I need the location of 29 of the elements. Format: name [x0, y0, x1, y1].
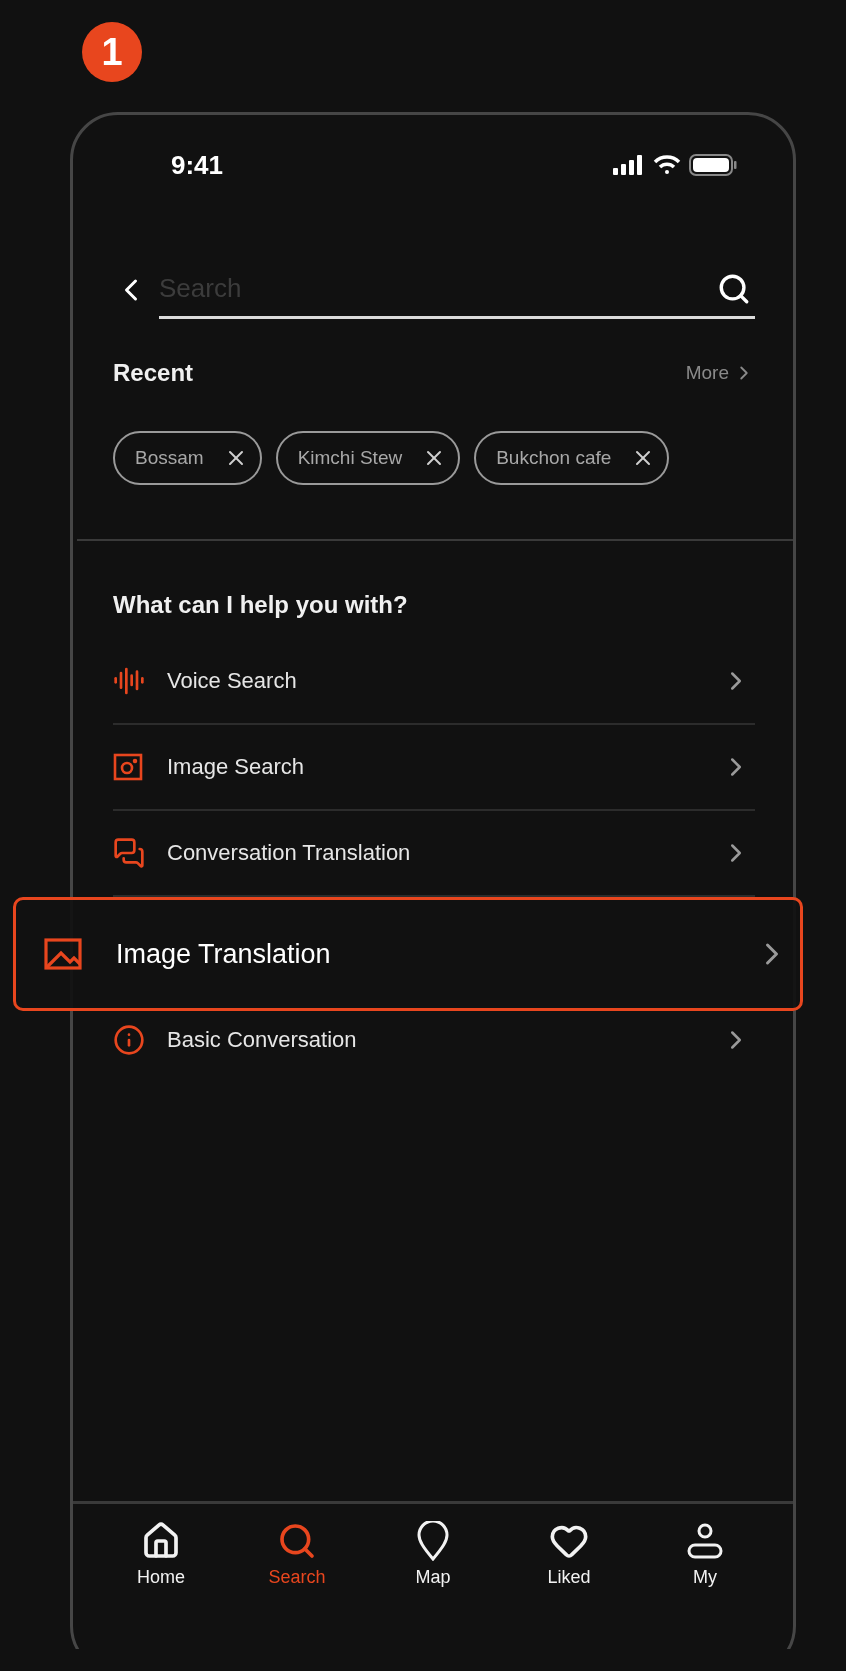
help-heading: What can I help you with?	[113, 591, 409, 619]
highlighted-menu-item[interactable]: Image Translation	[13, 897, 803, 1011]
home-icon	[141, 1521, 181, 1561]
recent-search-chip[interactable]: Bukchon cafe	[474, 431, 670, 485]
user-icon	[685, 1521, 725, 1561]
image-icon	[44, 938, 82, 970]
nav-tab[interactable]: My	[637, 1520, 773, 1610]
sound-wave-icon	[113, 665, 145, 697]
status-time: 9:41	[171, 149, 224, 181]
nav-tab[interactable]: Liked	[501, 1520, 637, 1610]
wifi-icon	[653, 155, 681, 175]
more-link[interactable]: More	[685, 362, 755, 384]
search-icon	[277, 1521, 317, 1561]
chat-bubbles-icon	[113, 837, 145, 869]
signal-icon	[613, 155, 645, 175]
battery-icon	[689, 154, 737, 176]
recent-heading: Recent	[113, 359, 194, 387]
step-badge: 1	[82, 22, 142, 82]
camera-frame-icon	[113, 753, 143, 781]
search-icon	[717, 272, 751, 306]
nav-tab[interactable]: Search	[229, 1520, 365, 1610]
menu-item[interactable]: Image Search	[113, 725, 755, 811]
nav-tab[interactable]: Home	[93, 1520, 229, 1610]
map-pin-icon	[417, 1521, 449, 1561]
menu-item[interactable]: Voice Search	[113, 639, 755, 725]
recent-search-chip[interactable]: Bossam	[113, 431, 262, 485]
recent-search-chip[interactable]: Kimchi Stew	[275, 431, 461, 485]
nav-tab[interactable]: Map	[365, 1520, 501, 1610]
info-icon	[113, 1024, 145, 1056]
